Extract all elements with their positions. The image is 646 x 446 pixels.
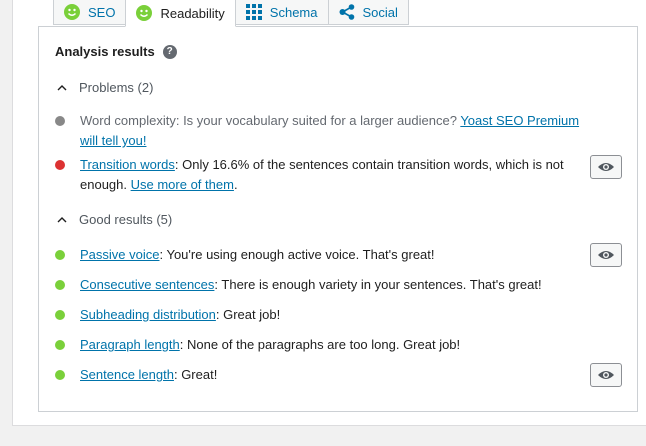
problems-toggle[interactable]: Problems (2) — [57, 80, 153, 95]
use-more-link[interactable]: Use more of them — [131, 177, 234, 192]
tab-bar: SEO Readability Schema Social — [53, 0, 409, 27]
highlight-transition-words-button[interactable] — [590, 155, 622, 179]
result-desc: : None of the paragraphs are too long. G… — [179, 337, 461, 352]
result-tail: . — [233, 177, 238, 192]
good-results-toggle[interactable]: Good results (5) — [57, 212, 172, 227]
sentence-length-link[interactable]: Sentence length — [80, 367, 174, 382]
tab-schema-label: Schema — [269, 4, 318, 20]
list-item: Subheading distribution: Great job! — [55, 305, 625, 325]
consecutive-sentences-link[interactable]: Consecutive sentences — [80, 277, 214, 292]
analysis-title-text: Analysis results — [55, 44, 155, 59]
list-item: Paragraph length: None of the paragraphs… — [55, 335, 625, 355]
eye-icon — [598, 251, 614, 259]
status-dot-good — [55, 310, 65, 320]
result-desc: : You're using enough active voice. That… — [159, 247, 435, 262]
result-desc: : Great! — [173, 367, 218, 382]
smiley-icon — [136, 5, 153, 21]
result-text: Paragraph length: None of the paragraphs… — [80, 335, 580, 355]
result-text: Passive voice: You're using enough activ… — [80, 245, 580, 265]
tab-seo[interactable]: SEO — [53, 0, 127, 25]
transition-words-link[interactable]: Transition words — [80, 157, 175, 172]
result-text: Sentence length: Great! — [80, 365, 580, 385]
result-text: Transition words: Only 16.6% of the sent… — [80, 155, 580, 195]
status-dot-bad — [55, 160, 65, 170]
list-item: Word complexity: Is your vocabulary suit… — [55, 111, 625, 151]
status-dot-neutral — [55, 116, 65, 126]
good-results-label: Good results (5) — [79, 212, 173, 227]
highlight-sentence-length-button[interactable] — [590, 363, 622, 387]
paragraph-length-link[interactable]: Paragraph length — [80, 337, 180, 352]
grid-icon — [245, 4, 262, 20]
passive-voice-link[interactable]: Passive voice — [80, 247, 159, 262]
eye-icon — [598, 163, 614, 171]
analysis-panel: Analysis results ? Problems (2) Word com… — [38, 26, 638, 412]
result-text: Word complexity: Is your vocabulary suit… — [80, 111, 580, 151]
tab-readability[interactable]: Readability — [125, 0, 236, 27]
result-text: Subheading distribution: Great job! — [80, 305, 580, 325]
tab-seo-label: SEO — [88, 4, 116, 20]
list-item: Sentence length: Great! — [55, 365, 625, 385]
result-desc: Word complexity: Is your vocabulary suit… — [80, 113, 461, 128]
status-dot-good — [55, 250, 65, 260]
result-desc: : Great job! — [215, 307, 281, 322]
status-dot-good — [55, 370, 65, 380]
status-dot-good — [55, 280, 65, 290]
tab-schema[interactable]: Schema — [234, 0, 329, 25]
metabox: SEO Readability Schema Social Analysis r… — [12, 0, 646, 426]
result-text: Consecutive sentences: There is enough v… — [80, 275, 580, 295]
tab-social-label: Social — [362, 4, 398, 20]
subheading-distribution-link[interactable]: Subheading distribution — [80, 307, 216, 322]
highlight-passive-voice-button[interactable] — [590, 243, 622, 267]
chevron-up-icon — [57, 83, 67, 93]
problems-label: Problems (2) — [79, 80, 154, 95]
list-item: Passive voice: You're using enough activ… — [55, 245, 625, 265]
eye-icon — [598, 371, 614, 379]
list-item: Transition words: Only 16.6% of the sent… — [55, 155, 625, 195]
status-dot-good — [55, 340, 65, 350]
tab-social[interactable]: Social — [327, 0, 409, 25]
result-desc: : There is enough variety in your senten… — [214, 277, 542, 292]
help-icon[interactable]: ? — [162, 44, 177, 59]
tab-readability-label: Readability — [160, 5, 225, 21]
list-item: Consecutive sentences: There is enough v… — [55, 275, 625, 295]
smiley-icon — [64, 4, 80, 20]
chevron-up-icon — [57, 215, 67, 225]
analysis-title: Analysis results ? — [55, 44, 177, 59]
share-icon — [339, 4, 355, 20]
